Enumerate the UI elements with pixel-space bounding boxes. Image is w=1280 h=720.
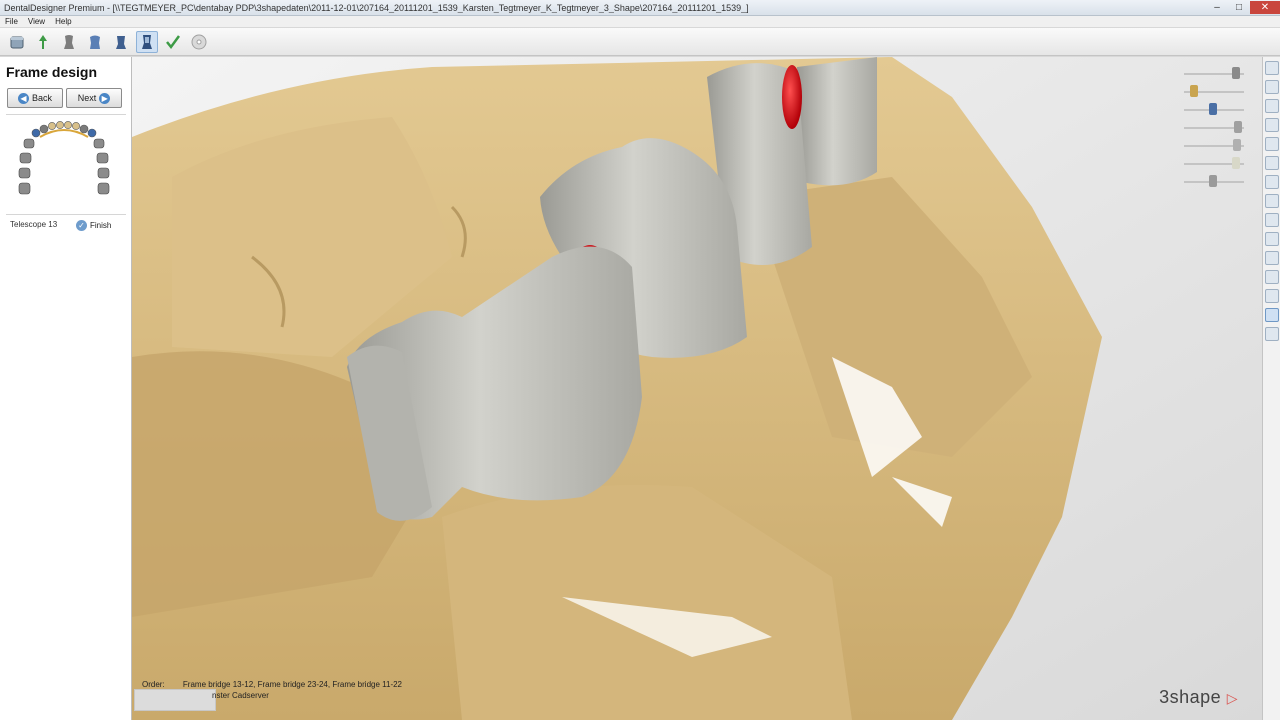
3d-viewport[interactable]: Order: Frame bridge 13-12, Frame bridge … (132, 57, 1262, 720)
page-title: Frame design (6, 64, 98, 80)
divider (6, 114, 126, 115)
view-tool-icon[interactable] (1265, 80, 1279, 94)
order-item: Frame bridge 23-24, (257, 680, 331, 689)
brand-logo: 3shape ▷ (1159, 687, 1238, 708)
menu-help[interactable]: Help (50, 16, 76, 27)
dental-model-scene (132, 57, 1262, 720)
view-tool-icon[interactable] (1265, 251, 1279, 265)
view-tool-icon[interactable] (1265, 61, 1279, 75)
slider-knob[interactable] (1231, 67, 1240, 79)
antagonist-opacity-slider[interactable] (1184, 121, 1244, 133)
prep-line-icon[interactable] (32, 31, 54, 53)
order-item: Frame bridge 13-12, (182, 680, 256, 689)
view-tool-icon[interactable] (1265, 308, 1279, 322)
back-label: Back (31, 93, 52, 103)
gingiva-opacity-slider[interactable] (1184, 85, 1244, 97)
divider (6, 214, 126, 215)
right-toolbar (1262, 57, 1280, 720)
menu-view[interactable]: View (23, 16, 50, 27)
check-circle-icon: ✓ (76, 220, 87, 231)
slider-knob[interactable] (1233, 139, 1242, 151)
brand-text: 3shape (1159, 687, 1222, 707)
finish-label: Finish (90, 221, 112, 230)
slider-knob[interactable] (1189, 85, 1198, 97)
view-tool-icon[interactable] (1265, 175, 1279, 189)
minimize-button[interactable]: – (1206, 1, 1228, 14)
die-icon[interactable] (58, 31, 80, 53)
scan-opacity-slider[interactable] (1184, 157, 1244, 169)
view-tool-icon[interactable] (1265, 99, 1279, 113)
slider-knob[interactable] (1209, 103, 1218, 115)
slider-knob[interactable] (1234, 121, 1243, 133)
menu-file[interactable]: File (0, 16, 23, 27)
die-opacity-slider[interactable] (1184, 67, 1244, 79)
order-label: Order: (142, 680, 165, 689)
disc-icon[interactable] (188, 31, 210, 53)
view-tool-icon[interactable] (1265, 213, 1279, 227)
order-info: Order: Frame bridge 13-12, Frame bridge … (142, 680, 402, 689)
crown-icon[interactable] (84, 31, 106, 53)
tooth-chart-icon (18, 121, 110, 195)
close-button[interactable]: ✕ (1250, 1, 1280, 14)
arrow-left-icon: ◀ (17, 92, 29, 104)
telescope-icon[interactable] (110, 31, 132, 53)
frame-design-icon[interactable] (136, 30, 158, 53)
check-icon[interactable] (162, 31, 184, 53)
tooth-label: Telescope 13 (10, 220, 58, 229)
next-button[interactable]: Next ▶ (66, 88, 122, 108)
view-tool-icon[interactable] (1265, 289, 1279, 303)
workflow-toolbar (0, 28, 1280, 56)
status-box (134, 689, 216, 711)
brand-mark-icon: ▷ (1226, 690, 1238, 706)
view-tool-icon[interactable] (1265, 232, 1279, 246)
arrow-right-icon: ▶ (99, 92, 111, 104)
database-icon[interactable] (6, 31, 28, 53)
model-opacity-slider[interactable] (1184, 139, 1244, 151)
menu-bar: File View Help (0, 16, 1280, 27)
view-tool-icon[interactable] (1265, 137, 1279, 151)
finish-button[interactable]: ✓ Finish (76, 220, 111, 231)
view-tool-icon[interactable] (1265, 270, 1279, 284)
window-title: DentalDesigner Premium - [\\TEGTMEYER_PC… (4, 2, 749, 13)
slider-knob[interactable] (1231, 157, 1240, 169)
slider-knob[interactable] (1209, 175, 1218, 187)
maximize-button[interactable]: □ (1228, 1, 1250, 14)
view-tool-icon[interactable] (1265, 118, 1279, 132)
back-button[interactable]: ◀ Back (7, 88, 63, 108)
jaw-chart[interactable] (14, 121, 114, 207)
coping-opacity-slider[interactable] (1184, 103, 1244, 115)
cadserver-text: nster Cadserver (212, 691, 269, 700)
left-panel: Frame design ◀ Back Next ▶ Telescope 13 … (0, 57, 132, 720)
view-tool-icon[interactable] (1265, 156, 1279, 170)
order-item: Frame bridge 11-22 (332, 680, 403, 689)
texture-opacity-slider[interactable] (1184, 175, 1244, 187)
view-tool-icon[interactable] (1265, 327, 1279, 341)
next-label: Next (77, 93, 97, 103)
title-bar: DentalDesigner Premium - [\\TEGTMEYER_PC… (0, 0, 1280, 16)
view-tool-icon[interactable] (1265, 194, 1279, 208)
